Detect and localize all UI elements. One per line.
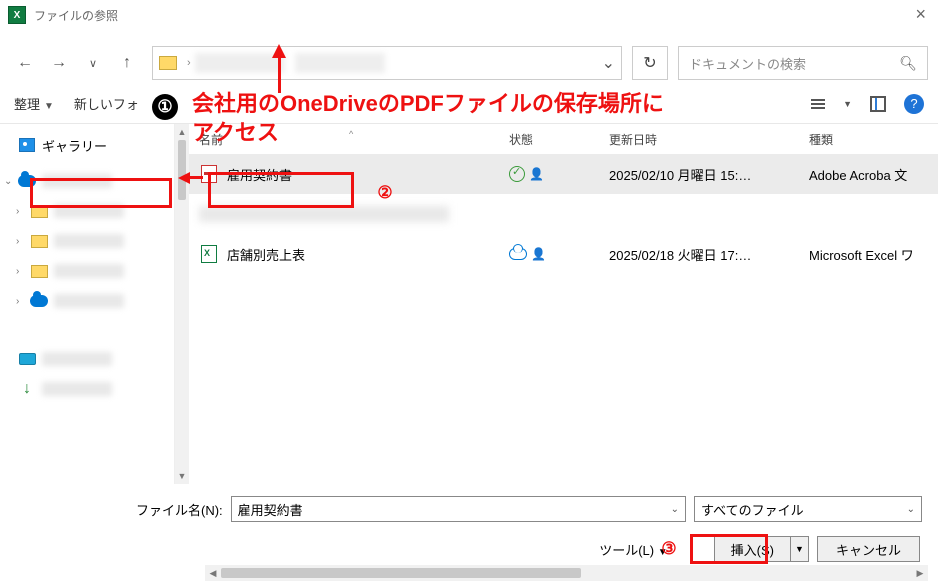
search-icon: 🔍︎ [899,55,917,72]
file-type: Adobe Acroba 文 [809,165,938,184]
insert-dropdown-icon[interactable]: ▼ [791,536,809,562]
scroll-thumb[interactable] [178,140,186,200]
new-folder-button[interactable]: 新しいフォ [74,94,139,113]
address-segment [195,53,285,73]
filter-combo[interactable]: すべてのファイル ⌄ [694,496,922,522]
sidebar-scrollbar[interactable]: ▲ ▼ [175,124,189,484]
recent-dropdown[interactable]: ∨ [78,48,108,78]
synced-icon [509,166,525,182]
close-icon[interactable]: × [915,4,926,25]
filename-value: 雇用契約書 [238,500,303,519]
shared-icon: 👤 [531,247,546,261]
view-list-icon[interactable] [811,99,825,109]
filter-value: すべてのファイル [701,500,804,519]
back-button[interactable]: ← [10,48,40,78]
sidebar-label: ギャラリー [42,136,107,155]
desktop-icon [19,353,36,365]
horizontal-scrollbar[interactable]: ◀ ▶ [205,565,928,581]
column-date[interactable]: 更新日時 [609,131,809,148]
file-date: 2025/02/10 月曜日 15:… [609,165,809,184]
search-placeholder: ドキュメントの検索 [689,54,806,73]
filename-combo[interactable]: 雇用契約書 ⌄ [231,496,686,522]
cloud-icon [30,295,48,307]
chevron-right-icon: › [187,57,191,69]
chevron-right-icon[interactable]: › [16,296,19,307]
column-type[interactable]: 種類 [809,131,938,148]
chevron-right-icon[interactable]: › [16,266,19,277]
scroll-down-icon[interactable]: ▼ [175,468,189,484]
annotation-box-sidebar [30,178,172,208]
help-icon[interactable]: ? [904,94,924,114]
column-state[interactable]: 状態 [509,131,609,148]
tools-menu[interactable]: ツール(L) ▼ [599,540,667,559]
sidebar-label [42,352,112,366]
excel-file-icon [201,245,217,263]
scroll-thumb[interactable] [221,568,581,578]
sidebar-item-desktop[interactable] [0,344,174,374]
sidebar-label [54,234,124,248]
sidebar-label [42,382,112,396]
view-dropdown-icon[interactable]: ▼ [843,99,852,109]
file-name: 店舗別売上表 [227,245,305,264]
sidebar-label [54,294,124,308]
cloud-only-icon [509,248,527,260]
organize-menu[interactable]: 整理▼ [14,94,54,113]
sidebar-item-folder[interactable]: › [0,226,174,256]
search-input[interactable]: ドキュメントの検索 🔍︎ [678,46,928,80]
chevron-right-icon[interactable]: › [16,236,19,247]
scroll-right-icon[interactable]: ▶ [912,565,928,581]
forward-button[interactable]: → [44,48,74,78]
file-row[interactable]: 店舗別売上表 👤 2025/02/18 火曜日 17:… Microsoft E… [189,234,938,274]
scroll-up-icon[interactable]: ▲ [175,124,189,140]
sidebar-item-downloads[interactable]: ↓ [0,374,174,404]
sidebar-item-folder[interactable]: › [0,256,174,286]
chevron-right-icon[interactable]: › [16,206,19,217]
sidebar-item-onedrive-sub[interactable]: › [0,286,174,316]
gallery-icon [19,138,35,152]
shared-icon: 👤 [529,167,544,181]
folder-icon [31,235,48,248]
up-button[interactable]: ↑ [112,48,142,78]
sidebar-label [54,264,124,278]
cancel-button[interactable]: キャンセル [817,536,920,562]
scroll-left-icon[interactable]: ◀ [205,565,221,581]
chevron-down-icon[interactable]: ⌄ [671,504,679,515]
annotation-box-file [208,172,354,208]
chevron-down-icon[interactable]: ⌄ [4,176,12,187]
folder-icon [159,56,177,70]
address-dropdown-icon[interactable]: ⌄ [602,53,615,73]
file-type: Microsoft Excel ワ [809,245,938,264]
column-name[interactable]: 名前^ [199,131,509,148]
address-bar[interactable]: › ⌄ [152,46,622,80]
chevron-down-icon[interactable]: ⌄ [907,504,915,515]
folder-icon [31,265,48,278]
sort-asc-icon: ^ [349,129,353,139]
sidebar-item-gallery[interactable]: ギャラリー [0,130,174,160]
excel-icon: X [8,6,26,24]
address-segment [295,53,385,73]
window-title: ファイルの参照 [34,7,118,24]
annotation-box-insert [690,534,768,564]
filename-label: ファイル名(N): [136,500,223,519]
refresh-button[interactable]: ↻ [632,46,668,80]
download-icon: ↓ [23,380,31,398]
preview-pane-icon[interactable] [870,96,886,112]
file-date: 2025/02/18 火曜日 17:… [609,245,809,264]
